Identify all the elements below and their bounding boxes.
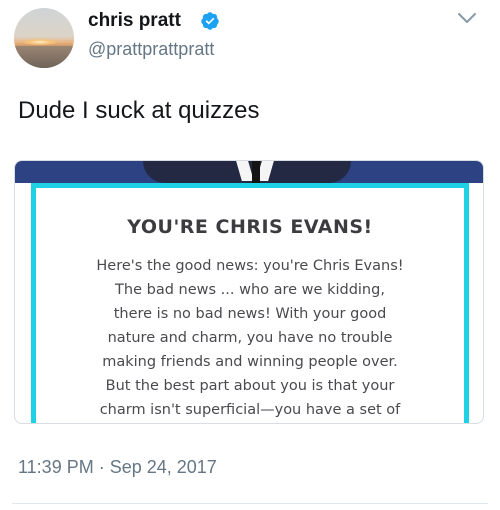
tweet-text: Dude I suck at quizzes <box>18 97 260 124</box>
author-handle[interactable]: @prattprattpratt <box>88 38 214 60</box>
avatar-sun <box>23 39 57 45</box>
avatar-land <box>14 46 74 68</box>
chevron-down-icon[interactable] <box>454 8 480 28</box>
verified-badge-icon <box>201 12 219 30</box>
tweet-timestamp[interactable]: 11:39 PM · Sep 24, 2017 <box>18 456 217 478</box>
divider <box>12 503 488 504</box>
quiz-result-box: YOU'RE CHRIS EVANS! Here's the good news… <box>31 183 469 423</box>
quiz-result-body: Here's the good news: you're Chris Evans… <box>96 258 404 418</box>
media-banner <box>15 161 483 183</box>
banner-tie <box>252 161 260 183</box>
avatar[interactable] <box>14 8 74 68</box>
quiz-result-title: YOU'RE CHRIS EVANS! <box>127 216 373 238</box>
author-display-name[interactable]: chris pratt <box>88 10 181 32</box>
media-card[interactable]: YOU'RE CHRIS EVANS! Here's the good news… <box>14 160 484 424</box>
